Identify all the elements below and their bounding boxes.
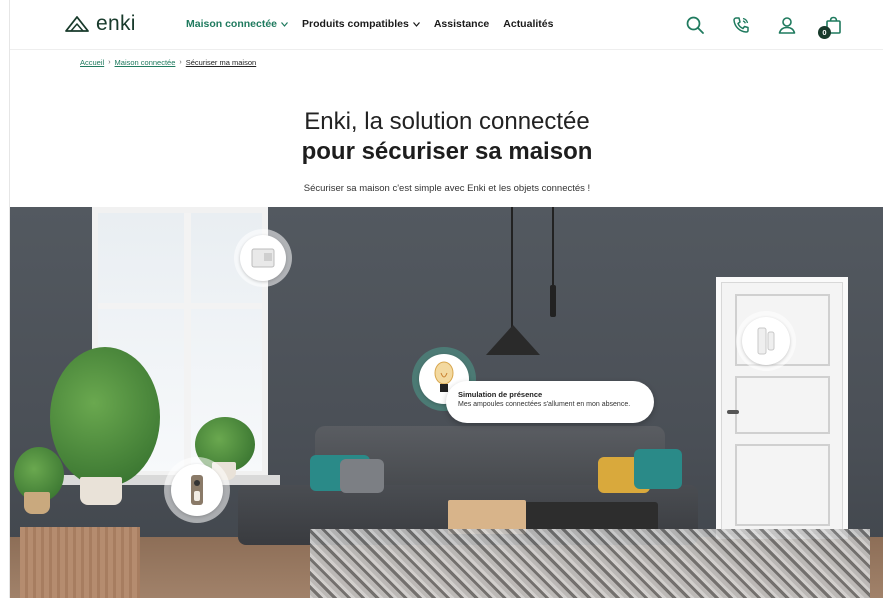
scene-plant-pot bbox=[24, 492, 50, 514]
scene-plant bbox=[50, 347, 160, 487]
doorbell-icon bbox=[191, 475, 203, 505]
site-header: enki Maison connectée Produits compatibl… bbox=[10, 0, 883, 50]
enki-logo-icon bbox=[65, 16, 89, 32]
nav-item-assistance[interactable]: Assistance bbox=[434, 18, 489, 30]
chevron-down-icon bbox=[281, 21, 288, 27]
breadcrumb-separator: › bbox=[179, 59, 182, 66]
scene-radiator bbox=[20, 527, 140, 598]
chevron-down-icon bbox=[412, 21, 420, 27]
hero-title-line1: Enki, la solution connectée bbox=[304, 108, 590, 135]
camera-hotspot[interactable] bbox=[234, 229, 292, 287]
nav-item-label: Produits compatibles bbox=[302, 18, 409, 30]
phone-button[interactable] bbox=[730, 14, 752, 36]
cart-count-badge: 0 bbox=[818, 26, 831, 39]
scene-cushion bbox=[634, 449, 682, 489]
living-room-scene: Simulation de présence Mes ampoules conn… bbox=[10, 207, 883, 598]
nav-item-label: Assistance bbox=[433, 18, 490, 30]
scene-cushion bbox=[340, 459, 384, 493]
search-button[interactable] bbox=[684, 14, 706, 36]
breadcrumb-current: Sécuriser ma maison bbox=[185, 58, 257, 67]
scene-rug bbox=[310, 529, 870, 598]
scene-pendant-lamp bbox=[550, 285, 556, 317]
hotspot-tooltip: Simulation de présence Mes ampoules conn… bbox=[446, 381, 654, 423]
main-nav: Maison connectée Produits compatibles As… bbox=[186, 18, 553, 30]
scene-lamp-cord bbox=[552, 207, 554, 287]
door-sensor-icon bbox=[757, 327, 775, 355]
breadcrumb: Accueil › Maison connectée › Sécuriser m… bbox=[80, 58, 256, 67]
page-frame: enki Maison connectée Produits compatibl… bbox=[9, 0, 883, 598]
header-actions: 0 bbox=[684, 14, 844, 39]
doorbell-hotspot[interactable] bbox=[164, 457, 230, 523]
user-icon bbox=[778, 17, 796, 34]
scene-lamp-cord bbox=[511, 207, 513, 327]
nav-item-produits-compatibles[interactable]: Produits compatibles bbox=[302, 18, 420, 30]
door-sensor-hotspot[interactable] bbox=[736, 311, 796, 371]
nav-item-maison-connectee[interactable]: Maison connectée bbox=[186, 18, 288, 30]
brand-logo[interactable]: enki bbox=[64, 12, 136, 35]
scene-window-sill bbox=[30, 475, 280, 485]
nav-item-label: Maison connectée bbox=[186, 18, 278, 30]
tooltip-title: Simulation de présence bbox=[458, 390, 543, 399]
nav-item-actualites[interactable]: Actualités bbox=[503, 18, 553, 30]
cart-button[interactable]: 0 bbox=[818, 14, 844, 39]
hero-subtitle: Sécuriser sa maison c'est simple avec En… bbox=[303, 183, 591, 194]
tooltip-text: Mes ampoules connectées s'allument en mo… bbox=[458, 401, 631, 408]
hero-title-line2: pour sécuriser sa maison bbox=[301, 138, 593, 165]
breadcrumb-link-maison-connectee[interactable]: Maison connectée bbox=[115, 58, 176, 67]
breadcrumb-link-accueil[interactable]: Accueil bbox=[80, 58, 104, 67]
breadcrumb-separator: › bbox=[108, 59, 111, 66]
search-icon bbox=[686, 16, 704, 34]
account-button[interactable] bbox=[776, 14, 798, 36]
phone-icon bbox=[733, 17, 749, 33]
camera-icon bbox=[251, 248, 275, 268]
scene-plant-pot bbox=[80, 477, 122, 505]
brand-name: enki bbox=[96, 12, 136, 35]
nav-item-label: Actualités bbox=[503, 18, 554, 30]
